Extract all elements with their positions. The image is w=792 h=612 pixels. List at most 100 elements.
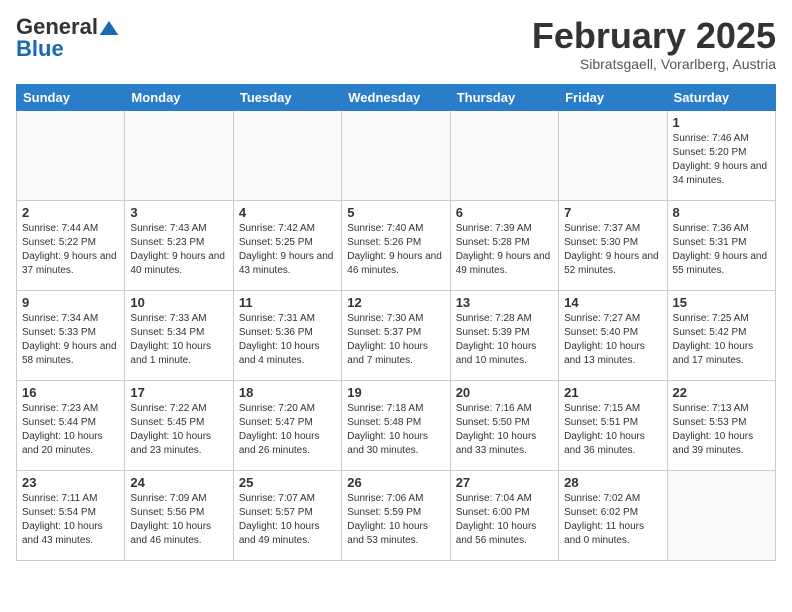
logo: General Blue [16, 16, 120, 60]
calendar-week-0: 1Sunrise: 7:46 AM Sunset: 5:20 PM Daylig… [17, 110, 776, 200]
day-info: Sunrise: 7:09 AM Sunset: 5:56 PM Dayligh… [130, 492, 227, 548]
day-number: 21 [564, 385, 661, 400]
calendar-day-9: 9 Sunrise: 7:34 AM Sunset: 5:33 PM Daylig… [17, 290, 125, 380]
calendar-day-13: 13Sunrise: 7:28 AM Sunset: 5:39 PM Dayli… [450, 290, 558, 380]
day-info: Sunrise: 7:15 AM Sunset: 5:51 PM Dayligh… [564, 402, 661, 458]
weekday-row: SundayMondayTuesdayWednesdayThursdayFrid… [17, 84, 776, 110]
calendar-day-6: 6 Sunrise: 7:39 AM Sunset: 5:28 PM Daylig… [450, 200, 558, 290]
day-number: 8 [673, 205, 770, 220]
day-info: Sunrise: 7:42 AM Sunset: 5:25 PM Dayligh… [239, 222, 336, 278]
day-number: 4 [239, 205, 336, 220]
day-info: Sunrise: 7:44 AM Sunset: 5:22 PM Dayligh… [22, 222, 119, 278]
day-number: 18 [239, 385, 336, 400]
calendar-day-4: 4 Sunrise: 7:42 AM Sunset: 5:25 PM Daylig… [233, 200, 341, 290]
calendar-day-28: 28 Sunrise: 7:02 AM Sunset: 6:02 PM Dayli… [559, 470, 667, 560]
day-info: Sunrise: 7:33 AM Sunset: 5:34 PM Dayligh… [130, 312, 227, 368]
day-number: 12 [347, 295, 444, 310]
day-number: 11 [239, 295, 336, 310]
day-number: 22 [673, 385, 770, 400]
day-info: Sunrise: 7:43 AM Sunset: 5:23 PM Dayligh… [130, 222, 227, 278]
day-number: 16 [22, 385, 119, 400]
day-info: Sunrise: 7:20 AM Sunset: 5:47 PM Dayligh… [239, 402, 336, 458]
weekday-friday: Friday [559, 84, 667, 110]
calendar-week-3: 16 Sunrise: 7:23 AM Sunset: 5:44 PM Dayli… [17, 380, 776, 470]
day-info: Sunrise: 7:11 AM Sunset: 5:54 PM Dayligh… [22, 492, 119, 548]
location: Sibratsgaell, Vorarlberg, Austria [532, 56, 776, 72]
day-number: 24 [130, 475, 227, 490]
day-number: 6 [456, 205, 553, 220]
day-info: Sunrise: 7:16 AM Sunset: 5:50 PM Dayligh… [456, 402, 553, 458]
calendar-day-18: 18 Sunrise: 7:20 AM Sunset: 5:47 PM Dayli… [233, 380, 341, 470]
day-number: 3 [130, 205, 227, 220]
day-info: Sunrise: 7:27 AM Sunset: 5:40 PM Dayligh… [564, 312, 661, 368]
calendar-day-8: 8Sunrise: 7:36 AM Sunset: 5:31 PM Daylig… [667, 200, 775, 290]
calendar-day-27: 27Sunrise: 7:04 AM Sunset: 6:00 PM Dayli… [450, 470, 558, 560]
weekday-monday: Monday [125, 84, 233, 110]
day-info: Sunrise: 7:02 AM Sunset: 6:02 PM Dayligh… [564, 492, 661, 548]
calendar-week-4: 23 Sunrise: 7:11 AM Sunset: 5:54 PM Dayli… [17, 470, 776, 560]
calendar-table: SundayMondayTuesdayWednesdayThursdayFrid… [16, 84, 776, 561]
calendar-day-7: 7 Sunrise: 7:37 AM Sunset: 5:30 PM Daylig… [559, 200, 667, 290]
day-info: Sunrise: 7:22 AM Sunset: 5:45 PM Dayligh… [130, 402, 227, 458]
calendar-day-11: 11 Sunrise: 7:31 AM Sunset: 5:36 PM Dayli… [233, 290, 341, 380]
calendar-day-19: 19Sunrise: 7:18 AM Sunset: 5:48 PM Dayli… [342, 380, 450, 470]
calendar-header: SundayMondayTuesdayWednesdayThursdayFrid… [17, 84, 776, 110]
calendar-week-1: 2Sunrise: 7:44 AM Sunset: 5:22 PM Daylig… [17, 200, 776, 290]
day-number: 20 [456, 385, 553, 400]
calendar-day-1: 1Sunrise: 7:46 AM Sunset: 5:20 PM Daylig… [667, 110, 775, 200]
calendar-day-empty [233, 110, 341, 200]
day-info: Sunrise: 7:07 AM Sunset: 5:57 PM Dayligh… [239, 492, 336, 548]
calendar-day-17: 17 Sunrise: 7:22 AM Sunset: 5:45 PM Dayli… [125, 380, 233, 470]
calendar-day-empty [125, 110, 233, 200]
weekday-tuesday: Tuesday [233, 84, 341, 110]
day-info: Sunrise: 7:34 AM Sunset: 5:33 PM Dayligh… [22, 312, 119, 368]
calendar-day-empty [667, 470, 775, 560]
calendar-day-empty [450, 110, 558, 200]
logo-blue: Blue [16, 36, 64, 61]
day-number: 14 [564, 295, 661, 310]
day-info: Sunrise: 7:30 AM Sunset: 5:37 PM Dayligh… [347, 312, 444, 368]
day-info: Sunrise: 7:06 AM Sunset: 5:59 PM Dayligh… [347, 492, 444, 548]
calendar-day-10: 10 Sunrise: 7:33 AM Sunset: 5:34 PM Dayli… [125, 290, 233, 380]
day-number: 15 [673, 295, 770, 310]
day-info: Sunrise: 7:37 AM Sunset: 5:30 PM Dayligh… [564, 222, 661, 278]
calendar-day-25: 25 Sunrise: 7:07 AM Sunset: 5:57 PM Dayli… [233, 470, 341, 560]
day-number: 27 [456, 475, 553, 490]
calendar-day-24: 24 Sunrise: 7:09 AM Sunset: 5:56 PM Dayli… [125, 470, 233, 560]
calendar-day-empty [559, 110, 667, 200]
day-number: 28 [564, 475, 661, 490]
day-number: 23 [22, 475, 119, 490]
logo-text: General Blue [16, 16, 120, 60]
calendar-day-14: 14 Sunrise: 7:27 AM Sunset: 5:40 PM Dayli… [559, 290, 667, 380]
day-info: Sunrise: 7:23 AM Sunset: 5:44 PM Dayligh… [22, 402, 119, 458]
calendar-day-15: 15Sunrise: 7:25 AM Sunset: 5:42 PM Dayli… [667, 290, 775, 380]
day-number: 5 [347, 205, 444, 220]
day-info: Sunrise: 7:28 AM Sunset: 5:39 PM Dayligh… [456, 312, 553, 368]
calendar-day-3: 3 Sunrise: 7:43 AM Sunset: 5:23 PM Daylig… [125, 200, 233, 290]
calendar-day-20: 20 Sunrise: 7:16 AM Sunset: 5:50 PM Dayli… [450, 380, 558, 470]
day-number: 17 [130, 385, 227, 400]
month-title: February 2025 [532, 16, 776, 56]
calendar-day-2: 2Sunrise: 7:44 AM Sunset: 5:22 PM Daylig… [17, 200, 125, 290]
day-number: 19 [347, 385, 444, 400]
calendar-day-26: 26 Sunrise: 7:06 AM Sunset: 5:59 PM Dayli… [342, 470, 450, 560]
day-number: 9 [22, 295, 119, 310]
day-number: 25 [239, 475, 336, 490]
weekday-saturday: Saturday [667, 84, 775, 110]
calendar-day-23: 23 Sunrise: 7:11 AM Sunset: 5:54 PM Dayli… [17, 470, 125, 560]
calendar-day-5: 5Sunrise: 7:40 AM Sunset: 5:26 PM Daylig… [342, 200, 450, 290]
day-info: Sunrise: 7:13 AM Sunset: 5:53 PM Dayligh… [673, 402, 770, 458]
calendar-body: 1Sunrise: 7:46 AM Sunset: 5:20 PM Daylig… [17, 110, 776, 560]
day-info: Sunrise: 7:39 AM Sunset: 5:28 PM Dayligh… [456, 222, 553, 278]
day-number: 26 [347, 475, 444, 490]
day-number: 10 [130, 295, 227, 310]
page-header: General Blue February 2025 Sibratsgaell,… [16, 16, 776, 72]
day-info: Sunrise: 7:46 AM Sunset: 5:20 PM Dayligh… [673, 132, 770, 188]
calendar-day-16: 16 Sunrise: 7:23 AM Sunset: 5:44 PM Dayli… [17, 380, 125, 470]
calendar-week-2: 9 Sunrise: 7:34 AM Sunset: 5:33 PM Daylig… [17, 290, 776, 380]
day-number: 7 [564, 205, 661, 220]
day-info: Sunrise: 7:31 AM Sunset: 5:36 PM Dayligh… [239, 312, 336, 368]
calendar-day-21: 21 Sunrise: 7:15 AM Sunset: 5:51 PM Dayli… [559, 380, 667, 470]
calendar-day-12: 12 Sunrise: 7:30 AM Sunset: 5:37 PM Dayli… [342, 290, 450, 380]
logo-icon [99, 21, 119, 35]
